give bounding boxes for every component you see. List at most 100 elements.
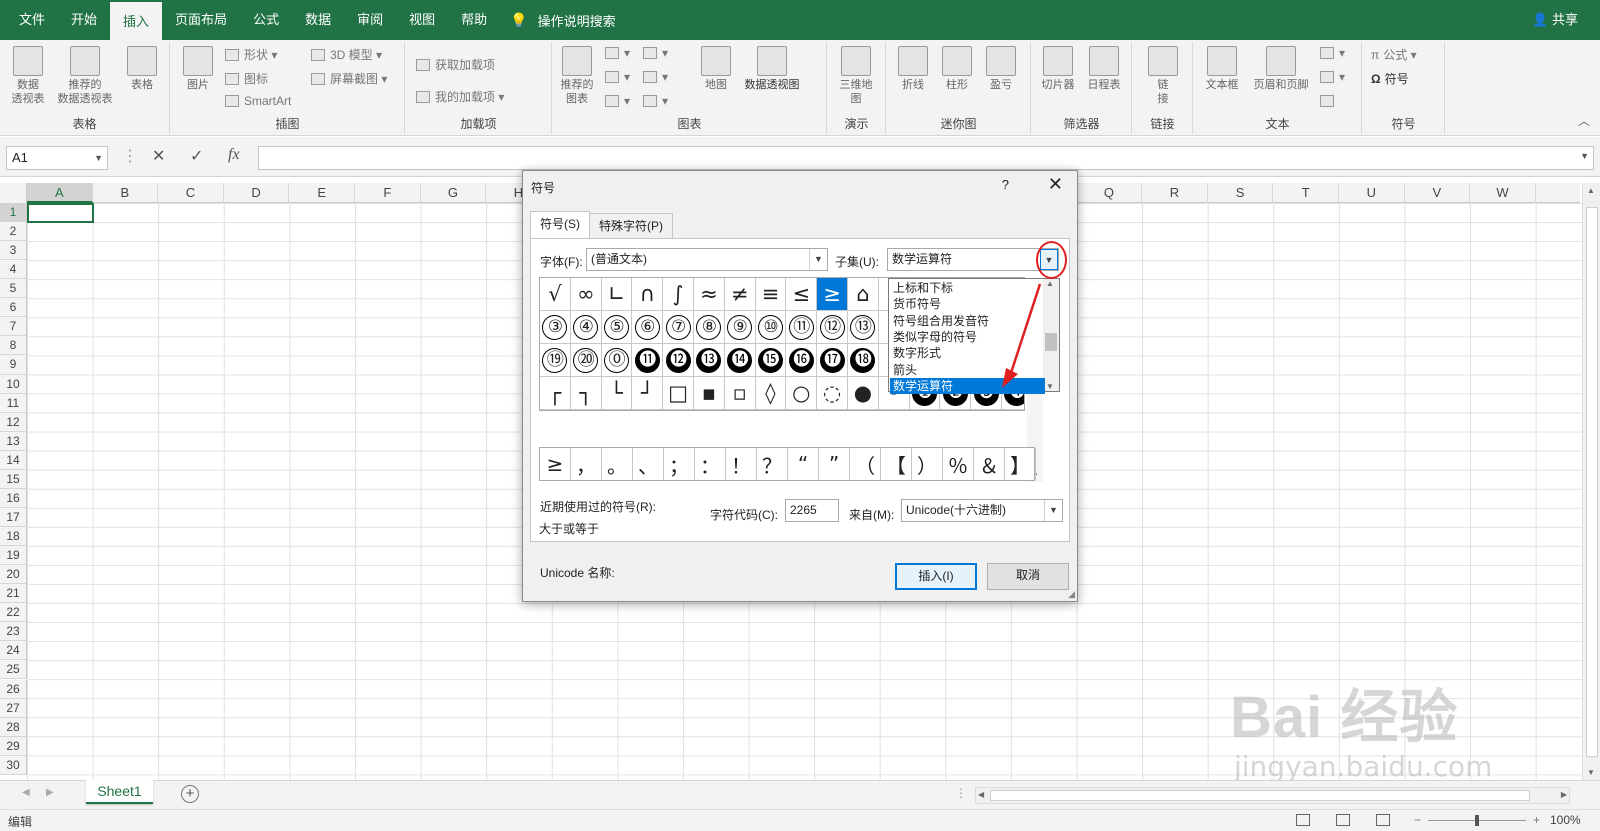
symbol-cell[interactable]: ┌ [540,377,571,410]
symbol-cell[interactable]: ● [847,377,879,410]
zoom-level[interactable]: 100% [1550,813,1581,827]
vertical-scroll-thumb[interactable] [1586,207,1598,757]
menu-item[interactable]: 帮助 [448,0,500,40]
row-header[interactable]: 23 [0,622,27,642]
column-header[interactable]: S [1208,183,1274,203]
row-header[interactable]: 20 [0,565,27,585]
column-header[interactable]: R [1142,183,1208,203]
recent-symbol-cell[interactable]: ， [571,448,602,480]
symbol-cell[interactable]: ⌂ [847,278,879,311]
recent-symbol-cell[interactable]: ） [912,448,943,480]
menu-item[interactable]: 数据 [292,0,344,40]
row-header[interactable]: 14 [0,450,27,470]
symbol-cell[interactable]: ∟ [601,278,633,311]
formula-input[interactable]: ▼ [258,146,1594,170]
my-addins-button[interactable]: 我的加载项 ▾ [416,88,504,105]
symbol-cell[interactable]: ◊ [755,377,787,410]
pie-chart-button[interactable]: ▾ [605,94,630,108]
tab-next-icon[interactable]: ▶ [46,787,54,798]
active-cell[interactable] [27,203,94,223]
column-header[interactable]: T [1273,183,1339,203]
zoom-knob[interactable] [1475,815,1479,826]
recent-symbol-cell[interactable]: ！ [726,448,757,480]
screenshot-button[interactable]: 屏幕截图 ▾ [311,70,387,87]
cancel-icon[interactable]: ✕ [152,146,165,166]
symbol-cell[interactable]: ┘ [632,377,664,410]
symbol-cell[interactable]: ◌ [817,377,848,410]
row-header[interactable]: 4 [0,260,27,280]
symbol-cell[interactable]: ⓰ [786,344,818,377]
symbol-cell[interactable]: ⑤ [601,311,633,344]
map-button[interactable]: 地图 [699,46,733,92]
line-chart-button[interactable]: ▾ [605,70,630,84]
select-all-corner[interactable] [0,183,27,203]
sparkline-winloss-button[interactable]: 盈亏 [981,46,1021,92]
row-header[interactable]: 9 [0,355,27,375]
symbol-cell[interactable]: ⓭ [693,344,725,377]
row-header[interactable]: 29 [0,736,27,756]
column-chart-button[interactable]: ▾ [605,46,630,60]
symbol-cell[interactable]: ⑦ [663,311,694,344]
3d-model-button[interactable]: 3D 模型 ▾ [311,46,382,63]
smartart-button[interactable]: SmartArt [225,94,291,108]
zoom-slider[interactable]: − + [1412,813,1542,829]
sparkline-line-button[interactable]: 折线 [893,46,933,92]
recent-symbol-cell[interactable]: ＆ [974,448,1005,480]
signature-button[interactable]: ▾ [1320,70,1345,84]
symbol-cell[interactable]: ⓲ [847,344,879,377]
collapse-ribbon-icon[interactable]: ︿ [1578,112,1590,129]
row-header[interactable]: 5 [0,279,27,299]
row-header[interactable]: 24 [0,641,27,661]
symbol-cell[interactable]: √ [540,278,571,311]
symbol-cell[interactable]: ⑧ [693,311,725,344]
symbol-cell[interactable]: ⑬ [847,311,879,344]
symbol-cell[interactable]: ⓮ [724,344,756,377]
symbol-cell[interactable]: ≠ [724,278,756,311]
recent-symbol-cell[interactable]: 。 [602,448,633,480]
row-header[interactable]: 28 [0,717,27,737]
row-header[interactable]: 8 [0,336,27,356]
add-sheet-icon[interactable]: + [181,785,199,803]
symbol-cell[interactable]: ▪ [693,377,725,410]
row-header[interactable]: 18 [0,527,27,547]
scroll-left-icon[interactable]: ◀ [978,790,984,799]
symbol-cell[interactable]: ③ [540,311,571,344]
object-button[interactable] [1320,94,1339,108]
recent-symbol-cell[interactable]: （ [850,448,881,480]
from-select[interactable]: Unicode(十六进制) ▼ [901,499,1063,522]
row-header[interactable]: 15 [0,469,27,489]
chevron-down-icon[interactable]: ▼ [1044,500,1062,521]
help-icon[interactable]: ? [1002,177,1009,192]
column-header[interactable]: W [1470,183,1536,203]
column-header[interactable]: D [224,183,290,203]
row-header[interactable]: 11 [0,393,27,413]
row-header[interactable]: 13 [0,431,27,451]
symbol-cell[interactable]: ≡ [755,278,787,311]
tab-prev-icon[interactable]: ◀ [22,787,30,798]
zoom-in-icon[interactable]: + [1533,813,1540,827]
symbol-cell[interactable]: ⑳ [570,344,602,377]
subset-select[interactable]: 数学运算符 ▼ [887,248,1059,271]
hierarchy-chart-button[interactable]: ▾ [643,46,668,60]
picture-button[interactable]: 图片 [179,46,217,92]
symbol-cell[interactable]: ≥ [817,278,848,311]
symbol-cell[interactable]: ▫ [724,377,756,410]
menu-item[interactable]: 页面布局 [162,0,240,40]
menu-item[interactable]: 插入 [110,0,163,40]
column-header[interactable]: A [27,183,93,203]
symbol-cell[interactable]: ⓫ [632,344,664,377]
column-header[interactable]: C [158,183,224,203]
tab-splitter-icon[interactable]: ⋮ [955,786,967,800]
row-header[interactable]: 26 [0,679,27,699]
scroll-up-icon[interactable]: ▲ [1587,186,1595,195]
shapes-button[interactable]: 形状 ▾ [225,46,277,63]
close-icon[interactable]: ✕ [1048,174,1063,195]
normal-view-icon[interactable] [1296,814,1310,826]
row-header[interactable]: 22 [0,603,27,623]
recent-symbol-cell[interactable]: ” [819,448,850,480]
menu-item[interactable]: 开始 [58,0,110,40]
recent-symbol-cell[interactable]: 、 [633,448,664,480]
recent-symbol-cell[interactable]: ≥ [540,448,571,480]
symbol-cell[interactable]: ⑫ [817,311,848,344]
share-button[interactable]: 👤 共享 [1532,0,1578,40]
